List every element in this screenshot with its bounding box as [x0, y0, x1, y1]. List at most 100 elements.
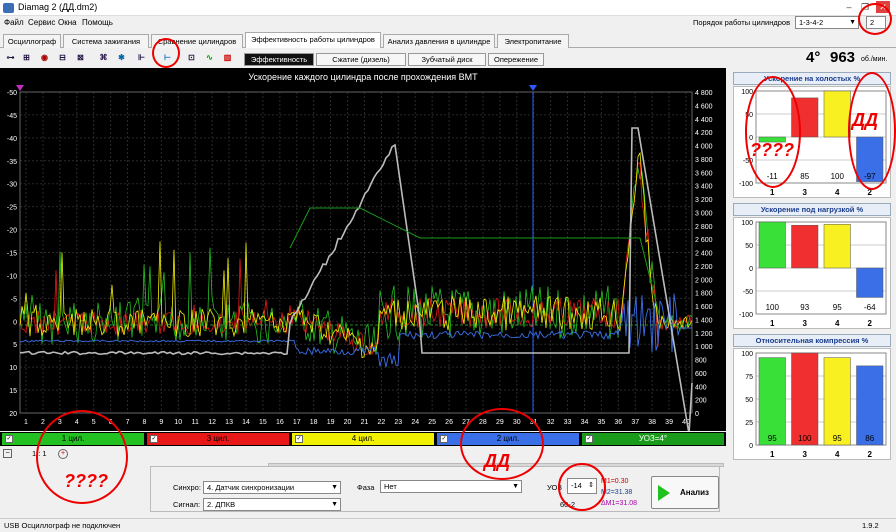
marker-triangle-icon[interactable] [529, 85, 537, 91]
bar-cyl-label: 1 [770, 450, 775, 459]
menu-service[interactable]: Сервис [28, 18, 55, 27]
bar-panel-title: Ускорение под нагрузкой % [733, 203, 891, 216]
tool-icon-4[interactable]: ⊟ [56, 51, 69, 64]
tool-icon-8[interactable]: ⊩ [135, 51, 148, 64]
annotation-q1: ???? [750, 140, 794, 160]
legend-uoz[interactable]: ✓ УОЗ=4° [582, 433, 724, 445]
checkbox[interactable]: ✓ [150, 435, 158, 443]
subtab-compression[interactable]: Сжатие (дизель) [316, 53, 406, 66]
tool-icon-5[interactable]: ⊠ [74, 51, 87, 64]
checkbox[interactable]: ✓ [295, 435, 303, 443]
analyze-button[interactable]: Анализ [651, 476, 719, 509]
right-tick: 4 400 [695, 117, 713, 124]
bar-value-label: 85 [800, 172, 809, 181]
menu-help[interactable]: Помощь [82, 18, 113, 27]
right-tick: 200 [695, 398, 707, 405]
legend-cyl3[interactable]: ✓ 3 цил. [147, 433, 289, 445]
subtab-efficiency[interactable]: Эффективность [244, 53, 314, 66]
tool-icon-7[interactable]: ✱ [115, 51, 128, 64]
subtab-toothed-disk[interactable]: Зубчатый диск [408, 53, 486, 66]
x-tick: 11 [192, 419, 199, 426]
left-tick: 20 [9, 411, 17, 418]
left-tick: -30 [7, 182, 17, 189]
bar-value-label: -64 [864, 303, 876, 312]
firing-order-select[interactable]: 1-3-4-2 ▼ [795, 16, 859, 29]
x-tick: 37 [631, 419, 639, 426]
x-tick: 14 [242, 419, 250, 426]
x-tick: 33 [564, 419, 572, 426]
x-tick: 34 [581, 419, 589, 426]
right-tick: 400 [695, 384, 707, 391]
chart-svg: Ускорение каждого цилиндра после прохожд… [7, 72, 713, 435]
bar-cyl-label: 3 [803, 188, 808, 197]
bar-value-label: 86 [865, 434, 874, 443]
bar-cyl-label: 1 [770, 319, 775, 328]
zoom-out-button[interactable]: − [3, 449, 12, 458]
left-tick: -10 [7, 273, 17, 280]
x-tick: 16 [276, 419, 284, 426]
tool-icon-10[interactable]: ⊡ [185, 51, 198, 64]
menu-file[interactable]: Файл [4, 18, 24, 27]
x-tick: 38 [648, 419, 656, 426]
bar-value-label: 100 [831, 172, 845, 181]
checkbox[interactable]: ✓ [440, 435, 448, 443]
x-tick: 32 [547, 419, 555, 426]
bar-cyl-2 [856, 267, 884, 298]
tool-icon-12[interactable]: ▥ [221, 51, 234, 64]
right-tick: 4 600 [695, 103, 713, 110]
x-tick: 9 [159, 419, 163, 426]
y-tick: 25 [745, 420, 753, 427]
bar-value-label: 95 [833, 303, 842, 312]
checkbox[interactable]: ✓ [5, 435, 13, 443]
tab-ignition[interactable]: Система зажигания [63, 34, 149, 48]
right-tick: 1 800 [695, 291, 713, 298]
trace-1 [19, 161, 693, 356]
right-tick: 1 600 [695, 304, 713, 311]
subtab-advance[interactable]: Опережение [488, 53, 544, 66]
x-tick: 26 [445, 419, 453, 426]
phase-label: Фаза [357, 483, 375, 492]
sync-select[interactable]: 4. Датчик синхронизации ▼ [203, 481, 341, 494]
x-tick: 10 [174, 419, 182, 426]
right-tick: 2 600 [695, 237, 713, 244]
checkbox[interactable]: ✓ [585, 435, 593, 443]
left-tick: 15 [9, 388, 17, 395]
right-tick: 3 000 [695, 210, 713, 217]
tab-power[interactable]: Электропитание [497, 34, 569, 48]
bar-value-label: 100 [798, 434, 812, 443]
signal-select[interactable]: 2. ДПКВ ▼ [203, 498, 341, 511]
x-tick: 21 [361, 419, 369, 426]
menu-windows[interactable]: Окна [58, 18, 77, 27]
tab-efficiency[interactable]: Эффективность работы цилиндров [245, 32, 381, 48]
y-tick: 50 [745, 397, 753, 404]
phase-select[interactable]: Нет ▼ [380, 480, 522, 493]
bar-cyl-label: 2 [868, 450, 873, 459]
right-tick: 4 000 [695, 144, 713, 151]
tool-icon-6[interactable]: ⌘ [97, 51, 110, 64]
left-tick: -35 [7, 159, 17, 166]
left-tick: -40 [7, 136, 17, 143]
tool-icon-1[interactable]: ⊶ [4, 51, 17, 64]
tool-icon-2[interactable]: ⊞ [20, 51, 33, 64]
bar-cyl-label: 2 [868, 319, 873, 328]
x-tick: 18 [310, 419, 318, 426]
x-tick: 8 [143, 419, 147, 426]
version-text: 1.9.2 [862, 521, 879, 530]
annotation-circle-panel1 [745, 76, 801, 188]
minimize-button[interactable]: – [842, 1, 856, 13]
right-tick: 0 [695, 411, 699, 418]
left-tick: 10 [9, 365, 17, 372]
acceleration-chart[interactable]: Ускорение каждого цилиндра после прохожд… [0, 68, 726, 435]
bar-value-label: 95 [833, 434, 842, 443]
tab-pressure[interactable]: Анализ давления в цилиндре [383, 34, 495, 48]
tool-icon-11[interactable]: ∿ [203, 51, 216, 64]
trace-uoz [289, 207, 661, 319]
bar-cyl-label: 4 [835, 450, 840, 459]
x-tick: 12 [208, 419, 216, 426]
marker-left-icon[interactable] [16, 85, 24, 91]
tool-icon-3[interactable]: ◉ [38, 51, 51, 64]
trace-reference [19, 127, 693, 435]
tab-oscillograph[interactable]: Осциллограф [3, 34, 61, 48]
legend-cyl4[interactable]: ✓ 4 цил. [292, 433, 434, 445]
right-tick: 1 400 [695, 317, 713, 324]
